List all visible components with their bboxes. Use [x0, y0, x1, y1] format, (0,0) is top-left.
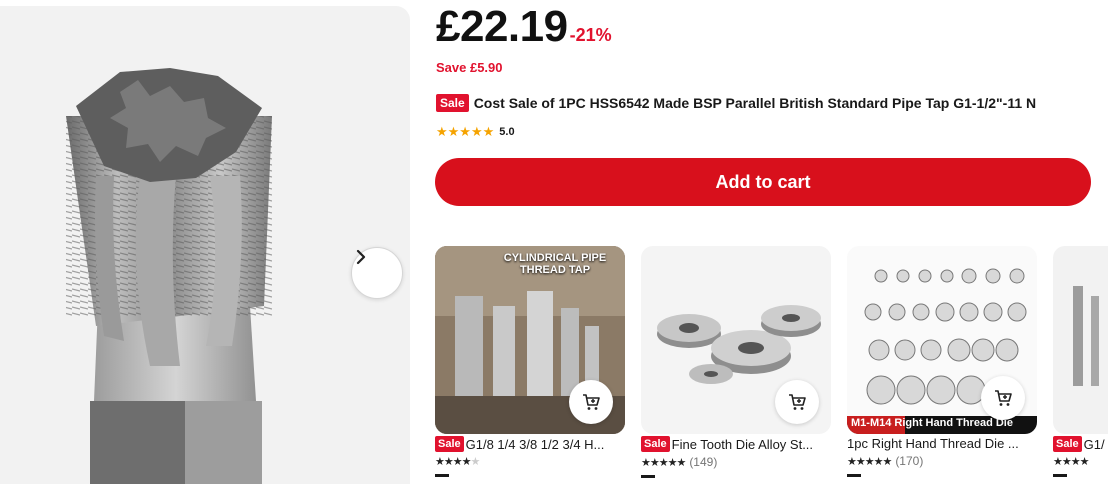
recommendation-image[interactable]: M1-M14 Right Hand Thread Die — [847, 246, 1037, 434]
recommendation-card[interactable]: CYLINDRICAL PIPE THREAD TAP Sale G1/8 1/… — [435, 246, 625, 482]
recommendation-title-row: Sale G1/ — [1053, 436, 1108, 452]
review-count: (170) — [895, 454, 924, 468]
taps-image — [1073, 286, 1099, 386]
add-to-cart-button[interactable] — [981, 376, 1025, 420]
recommendation-image[interactable] — [641, 246, 831, 434]
pipe-tap-image — [66, 68, 272, 484]
product-page: £22.19 -21% Save £5.90 Sale Cost Sale of… — [0, 0, 1108, 484]
recommendation-rating: ★★★★★ (170) — [847, 454, 1037, 468]
product-title-row: Sale Cost Sale of 1PC HSS6542 Made BSP P… — [436, 94, 1108, 112]
recommendation-image[interactable] — [1053, 246, 1108, 434]
save-amount: Save £5.90 — [436, 60, 503, 75]
recommendation-price — [435, 474, 449, 482]
recommendation-title-row: Sale Fine Tooth Die Alloy St... — [641, 436, 831, 452]
recommendation-title: Fine Tooth Die Alloy St... — [671, 436, 814, 452]
rating-value: 5.0 — [499, 126, 515, 138]
recommendation-title: G1/8 1/4 3/8 1/2 3/4 H... — [465, 436, 605, 452]
discount-percent: -21% — [569, 25, 612, 45]
recommendation-title: G1/ — [1083, 436, 1105, 452]
rating-stars-icon: ★★★★★ — [435, 456, 480, 468]
rating-stars-icon: ★★★★ — [1053, 456, 1089, 468]
sale-badge: Sale — [1053, 436, 1082, 452]
sale-badge: Sale — [641, 436, 670, 452]
product-gallery[interactable] — [0, 6, 410, 484]
sale-badge: Sale — [435, 436, 464, 452]
recommendation-rating: ★★★★★ — [435, 455, 625, 468]
cart-plus-icon — [789, 394, 806, 410]
add-to-cart-button[interactable]: Add to cart — [435, 158, 1091, 206]
add-to-cart-button[interactable] — [569, 380, 613, 424]
product-rating[interactable]: ★★★★★ 5.0 — [436, 124, 515, 140]
rating-stars-icon: ★★★★★ — [641, 456, 686, 469]
next-image-button[interactable] — [351, 247, 403, 299]
rating-stars-icon: ★★★★★ — [847, 455, 892, 468]
cart-plus-icon — [995, 390, 1012, 406]
current-price: £22.19 — [436, 2, 568, 51]
recommendation-card[interactable]: Sale Fine Tooth Die Alloy St... ★★★★★ (1… — [641, 246, 831, 483]
recommendation-image[interactable]: CYLINDRICAL PIPE THREAD TAP — [435, 246, 625, 434]
recommendation-price — [847, 474, 861, 482]
recommendation-title-row: Sale G1/8 1/4 3/8 1/2 3/4 H... — [435, 436, 625, 452]
image-caption: CYLINDRICAL PIPE THREAD TAP — [503, 252, 607, 276]
chevron-right-icon — [356, 249, 366, 265]
rating-stars-icon: ★★★★★ — [436, 124, 495, 139]
recommendation-price — [641, 475, 655, 483]
recommendation-title-row: 1pc Right Hand Thread Die ... — [847, 436, 1037, 451]
recommendation-rating: ★★★★★ (149) — [641, 455, 831, 469]
add-to-cart-button[interactable] — [775, 380, 819, 424]
product-title: Cost Sale of 1PC HSS6542 Made BSP Parall… — [473, 95, 1037, 111]
recommendation-title: 1pc Right Hand Thread Die ... — [847, 436, 1019, 451]
recommendation-card[interactable]: M1-M14 Right Hand Thread Die 1pc Right H… — [847, 246, 1037, 482]
recommendation-rating: ★★★★ — [1053, 455, 1108, 468]
recommendation-card[interactable]: Sale G1/ ★★★★ — [1053, 246, 1108, 482]
cart-plus-icon — [583, 394, 600, 410]
sale-badge: Sale — [436, 94, 469, 112]
review-count: (149) — [689, 455, 718, 469]
price-row: £22.19 -21% — [436, 2, 612, 52]
recommendation-price — [1053, 474, 1067, 482]
